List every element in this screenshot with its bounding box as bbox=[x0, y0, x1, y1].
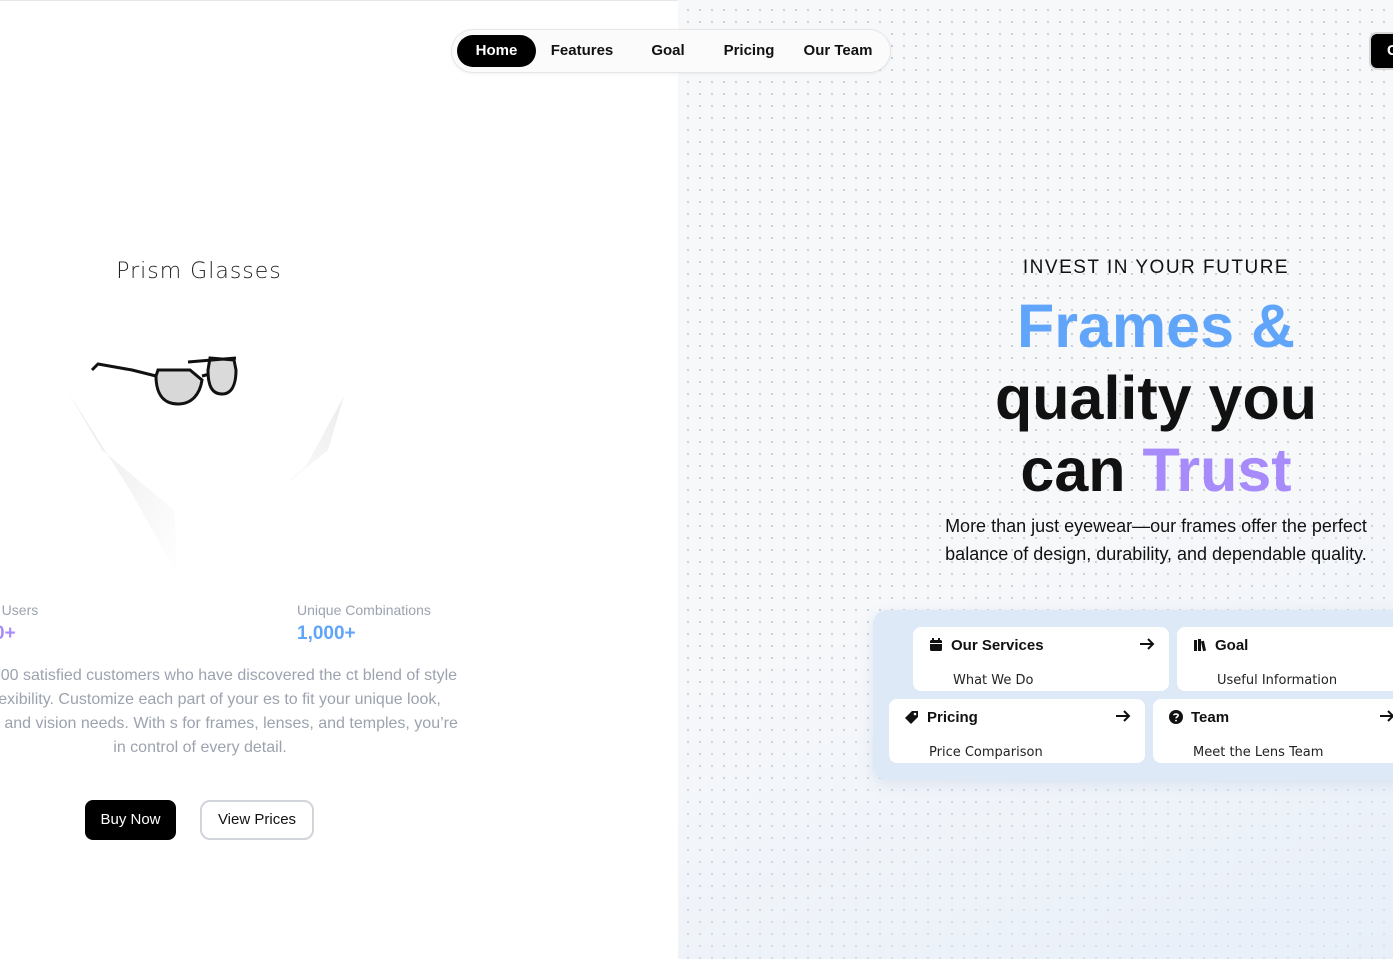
product-title: Prism Glasses bbox=[116, 259, 282, 284]
nav-features[interactable]: Features bbox=[542, 35, 622, 67]
calendar-icon bbox=[930, 638, 942, 651]
stat-users-value: 0+ bbox=[0, 623, 16, 644]
card-goal[interactable]: Goal Useful Information bbox=[1177, 627, 1393, 691]
card-subtitle: Meet the Lens Team bbox=[1193, 745, 1324, 760]
stat-users-label: e Users bbox=[0, 602, 39, 618]
arrow-right-icon bbox=[1380, 710, 1393, 722]
card-pricing[interactable]: Pricing Price Comparison bbox=[889, 699, 1145, 763]
arrow-right-icon bbox=[1140, 638, 1155, 650]
main-nav: Home Features Goal Pricing Our Team bbox=[451, 29, 891, 73]
hero-description: More than just eyewear—our frames offer … bbox=[945, 516, 1367, 564]
light-beam-left bbox=[70, 395, 178, 576]
get-started-button[interactable]: G bbox=[1369, 32, 1393, 70]
nav-home[interactable]: Home bbox=[457, 35, 536, 67]
card-title: Our Services bbox=[951, 637, 1044, 654]
headline-trust: Trust bbox=[1142, 436, 1292, 504]
card-title: Pricing bbox=[927, 709, 978, 726]
hero-headline: Frames & quality you can Trust bbox=[920, 290, 1392, 506]
product-description-text: over 5,000 satisfied customers who have … bbox=[0, 667, 458, 756]
tag-icon bbox=[905, 711, 918, 724]
books-icon bbox=[1194, 639, 1206, 652]
light-beam-right bbox=[264, 396, 344, 502]
headline-line-3: can Trust bbox=[920, 434, 1392, 506]
view-prices-button[interactable]: View Prices bbox=[200, 800, 314, 840]
quick-links-panel: Our Services What We Do Goal Useful Info… bbox=[873, 610, 1393, 780]
glasses-illustration bbox=[70, 356, 344, 576]
card-title: Team bbox=[1191, 709, 1230, 726]
card-title: Goal bbox=[1215, 637, 1249, 654]
stat-combinations-value: 1,000+ bbox=[297, 623, 356, 644]
nav-pricing[interactable]: Pricing bbox=[714, 35, 784, 67]
card-subtitle: What We Do bbox=[953, 673, 1034, 688]
product-description: over 5,000 satisfied customers who have … bbox=[0, 664, 460, 760]
card-team[interactable]: Team Meet the Lens Team bbox=[1153, 699, 1393, 763]
glasses-icon bbox=[90, 356, 238, 406]
nav-goal[interactable]: Goal bbox=[638, 35, 698, 67]
question-circle-icon bbox=[1169, 710, 1183, 724]
card-our-services[interactable]: Our Services What We Do bbox=[913, 627, 1169, 691]
headline-line-2: quality you bbox=[995, 364, 1317, 432]
stat-combinations-label: Unique Combinations bbox=[297, 602, 431, 618]
arrow-right-icon bbox=[1116, 710, 1131, 722]
headline-can: can bbox=[1020, 436, 1143, 504]
buy-now-button[interactable]: Buy Now bbox=[85, 800, 176, 840]
nav-our-team[interactable]: Our Team bbox=[796, 35, 880, 67]
card-subtitle: Price Comparison bbox=[929, 745, 1043, 760]
card-subtitle: Useful Information bbox=[1217, 673, 1338, 688]
hero-eyebrow: INVEST IN YOUR FUTURE bbox=[1022, 257, 1290, 278]
headline-line-1: Frames & bbox=[1016, 292, 1295, 360]
